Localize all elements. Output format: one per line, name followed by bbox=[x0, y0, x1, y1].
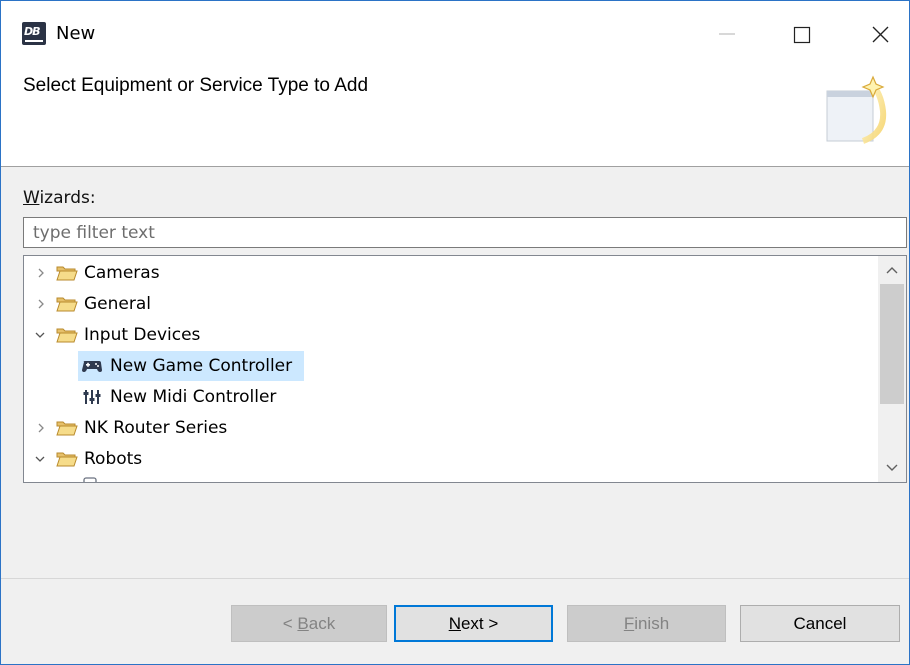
tree-item-label: NK Router Series bbox=[84, 418, 228, 438]
tree-item-label: Robots bbox=[84, 449, 143, 469]
gamepad-icon bbox=[82, 361, 102, 372]
robot-icon bbox=[83, 477, 97, 482]
finish-button[interactable]: Finish bbox=[567, 605, 726, 642]
chevron-right-icon[interactable] bbox=[34, 289, 48, 319]
app-logo-text: DB bbox=[24, 25, 40, 38]
tree-item-nk-router-series[interactable]: NK Router Series bbox=[24, 413, 876, 443]
title-bar[interactable]: DB New bbox=[1, 1, 909, 67]
folder-icon bbox=[56, 328, 78, 343]
folder-icon bbox=[56, 421, 78, 436]
page-title: Select Equipment or Service Type to Add bbox=[23, 75, 369, 96]
maximize-icon bbox=[793, 26, 811, 44]
tree-item-label: General bbox=[84, 294, 151, 314]
folder-icon bbox=[56, 297, 78, 312]
tree-item-label: New Game Controller bbox=[110, 356, 293, 376]
next-button[interactable]: Next > bbox=[394, 605, 553, 642]
folder-icon bbox=[56, 266, 78, 281]
folder-icon bbox=[56, 452, 78, 467]
tree-item-new-game-controller[interactable]: New Game Controller bbox=[24, 351, 876, 381]
chevron-right-icon[interactable] bbox=[34, 413, 48, 443]
filter-input[interactable] bbox=[23, 217, 907, 248]
tree-item-general[interactable]: General bbox=[24, 289, 876, 319]
back-button[interactable]: < Back bbox=[231, 605, 387, 642]
wizard-tree[interactable]: Cameras General Input Devices New Game C… bbox=[23, 255, 907, 483]
midi-controller-icon bbox=[83, 390, 101, 404]
scroll-down-arrow-icon[interactable] bbox=[878, 454, 906, 482]
chevron-right-icon[interactable] bbox=[34, 258, 48, 288]
tree-item-robots[interactable]: Robots bbox=[24, 444, 876, 474]
minimize-icon bbox=[719, 33, 735, 35]
new-window-wizard-icon bbox=[826, 75, 887, 144]
tree-item-label: Input Devices bbox=[84, 325, 201, 345]
tree-item-label: New Midi Controller bbox=[110, 387, 277, 407]
maximize-button[interactable] bbox=[779, 13, 825, 55]
tree-item-cameras[interactable]: Cameras bbox=[24, 258, 876, 288]
window-title: New bbox=[56, 23, 96, 44]
cancel-button[interactable]: Cancel bbox=[740, 605, 900, 642]
minimize-button[interactable] bbox=[706, 13, 752, 55]
tree-vertical-scrollbar[interactable] bbox=[878, 256, 906, 482]
wizard-banner: Select Equipment or Service Type to Add bbox=[1, 67, 909, 167]
new-wizard-window: DB New Select Equipment or Service Type … bbox=[0, 0, 910, 665]
wizards-label: Wizards: bbox=[23, 188, 96, 208]
close-icon bbox=[872, 26, 889, 43]
close-button[interactable] bbox=[857, 13, 903, 55]
scrollbar-thumb[interactable] bbox=[880, 284, 904, 404]
app-logo-icon: DB bbox=[22, 22, 46, 45]
tree-item-input-devices[interactable]: Input Devices bbox=[24, 320, 876, 350]
scroll-up-arrow-icon[interactable] bbox=[878, 256, 906, 284]
footer-separator bbox=[1, 578, 909, 579]
tree-item-label: Cameras bbox=[84, 263, 160, 283]
chevron-down-icon[interactable] bbox=[33, 320, 47, 350]
chevron-down-icon[interactable] bbox=[33, 444, 47, 474]
tree-item-new-midi-controller[interactable]: New Midi Controller bbox=[24, 382, 876, 412]
